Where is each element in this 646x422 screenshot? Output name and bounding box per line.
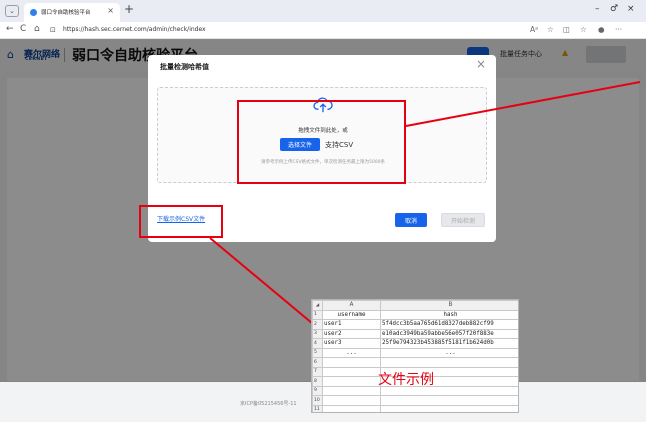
cell-hash: [380, 395, 518, 406]
back-icon[interactable]: ←: [6, 24, 14, 34]
cell-username: user3: [322, 338, 381, 349]
footer-icp: 京ICP备05215456号-11: [240, 401, 297, 407]
file-sample-label: 文件示例: [378, 372, 434, 388]
read-aloud-icon[interactable]: Aᵃ: [530, 25, 538, 34]
csv-sample-table: ◢ A B 1 username hash 2 user1 5f4dcc3b5aa765…: [312, 300, 518, 412]
cell-hash: hash: [380, 309, 518, 320]
browser-tab-active[interactable]: 弱口令自助核验平台 ×: [24, 3, 120, 22]
favorites-icon[interactable]: ☆: [580, 25, 587, 34]
cell-username: [322, 404, 381, 412]
split-screen-icon[interactable]: ◫: [563, 25, 570, 34]
more-menu-icon[interactable]: ···: [615, 25, 622, 34]
modal-title: 批量检测哈希值: [160, 63, 209, 71]
cell-username: [322, 366, 381, 377]
table-row: 10: [312, 395, 518, 406]
cell-username: user1: [322, 319, 381, 330]
home-icon[interactable]: ⌂: [34, 24, 40, 34]
table-row: 4 user3 25f9e794323b453885f5181f1b624d0b: [312, 338, 518, 349]
row-number: 4: [312, 338, 323, 349]
tab-actions-menu-icon[interactable]: ⌄: [5, 5, 19, 17]
cell-username: username: [322, 309, 381, 320]
column-header: A: [322, 300, 381, 311]
table-row: 3 user2 e10adc3949ba59abbe56e057f20f883e: [312, 328, 518, 339]
table-row: 11: [312, 404, 518, 412]
row-number: 6: [312, 357, 323, 368]
row-number: 9: [312, 385, 323, 396]
row-number: 2: [312, 319, 323, 330]
url-field[interactable]: https://hash.sec.cernet.com/admin/check/…: [63, 26, 206, 33]
csv-sample-sheet: ◢ A B 1 username hash 2 user1 5f4dcc3b5aa765…: [311, 299, 519, 413]
column-header: B: [380, 300, 518, 311]
site-info-icon[interactable]: ⊡: [50, 26, 56, 34]
cell-hash: [380, 357, 518, 368]
row-number: 1: [312, 309, 323, 320]
table-row: 5......: [312, 347, 518, 358]
tab-title: 弱口令自助核验平台: [41, 10, 91, 16]
profile-icon[interactable]: ●: [598, 25, 605, 34]
cell-username: [322, 376, 381, 387]
row-number: 3: [312, 328, 323, 339]
cell-hash: 25f9e794323b453885f5181f1b624d0b: [380, 338, 518, 349]
cell-username: [322, 395, 381, 406]
table-row: 1 username hash: [312, 309, 518, 320]
new-tab-button[interactable]: +: [124, 2, 134, 16]
favicon-icon: [30, 9, 37, 16]
cell-username: [322, 357, 381, 368]
favorite-star-icon[interactable]: ☆: [547, 25, 554, 34]
restore-icon[interactable]: ♂: [610, 4, 618, 14]
download-highlight-box: [139, 205, 223, 238]
modal-close-icon[interactable]: ×: [476, 57, 486, 71]
browser-tab-strip: ⌄ 弱口令自助核验平台 × + – ♂ ×: [0, 0, 646, 22]
sheet-header-row: ◢ A B: [312, 300, 518, 311]
cell-hash: ...: [380, 347, 518, 358]
row-number: 5: [312, 347, 323, 358]
table-row: 6: [312, 357, 518, 368]
address-bar: ← C ⌂ ⊡ https://hash.sec.cernet.com/admi…: [0, 22, 646, 39]
row-number: 10: [312, 395, 323, 406]
row-number: 7: [312, 366, 323, 377]
cancel-button[interactable]: 取消: [395, 213, 427, 227]
cell-username: ...: [322, 347, 381, 358]
start-check-button[interactable]: 开始检测: [441, 213, 485, 227]
tab-close-icon[interactable]: ×: [107, 6, 114, 15]
cell-hash: e10adc3949ba59abbe56e057f20f883e: [380, 328, 518, 339]
row-number: 8: [312, 376, 323, 387]
table-row: 2 user1 5f4dcc3b5aa765d61d8327deb882cf99: [312, 319, 518, 330]
refresh-icon[interactable]: C: [20, 24, 26, 34]
window-close-icon[interactable]: ×: [627, 4, 635, 14]
cell-username: [322, 385, 381, 396]
row-number: 11: [312, 404, 323, 412]
sheet-corner: ◢: [312, 300, 323, 311]
cell-hash: 5f4dcc3b5aa765d61d8327deb882cf99: [380, 319, 518, 330]
upload-highlight-box: [237, 100, 406, 184]
cell-hash: [380, 404, 518, 412]
cell-username: user2: [322, 328, 381, 339]
minimize-icon[interactable]: –: [595, 4, 600, 14]
